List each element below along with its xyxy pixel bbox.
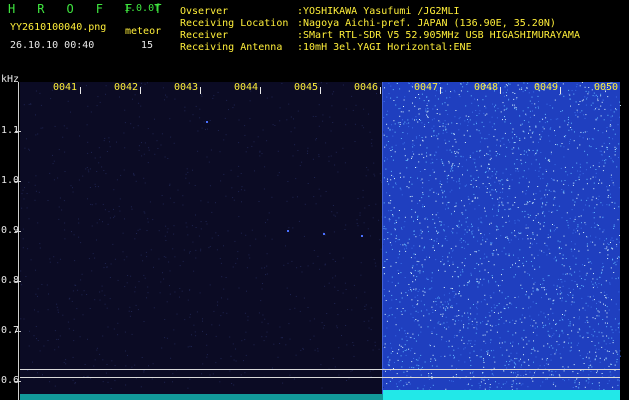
time-label: 0042 [114,82,139,93]
time-label: 0050 [594,82,619,93]
y-tick-label: 0.9 [1,225,20,236]
time-label: 0049 [534,82,559,93]
time-tick [200,87,201,94]
time-tick [440,87,441,94]
time-label: 0045 [294,82,319,93]
time-tick [80,87,81,94]
time-tick [140,87,141,94]
y-tick-label: 1.1 [1,125,20,136]
time-tick [260,87,261,94]
time-label: 0044 [234,82,259,93]
time-tick [560,87,561,94]
time-tick [380,87,381,94]
threshold-line-upper [20,369,620,370]
spectrogram-noise-layer [20,82,621,400]
time-label: 0046 [354,82,379,93]
time-tick [320,87,321,94]
y-tick-label: 0.6 [1,375,20,386]
time-label: 0041 [53,82,78,93]
threshold-line-lower [20,377,620,378]
signal-trace-quiet [20,394,383,400]
time-label: 0043 [174,82,199,93]
y-tick-label: 1.0 [1,175,20,186]
time-label: 0048 [474,82,499,93]
y-tick-label: 0.7 [1,325,20,336]
signal-trace-active [383,390,620,400]
time-tick [500,87,501,94]
y-tick-label: 0.8 [1,275,20,286]
time-label: 0047 [414,82,439,93]
hrofft-spectrogram-window: H R O F F T 1.0.0f YY2610100040.png mete… [0,0,629,400]
